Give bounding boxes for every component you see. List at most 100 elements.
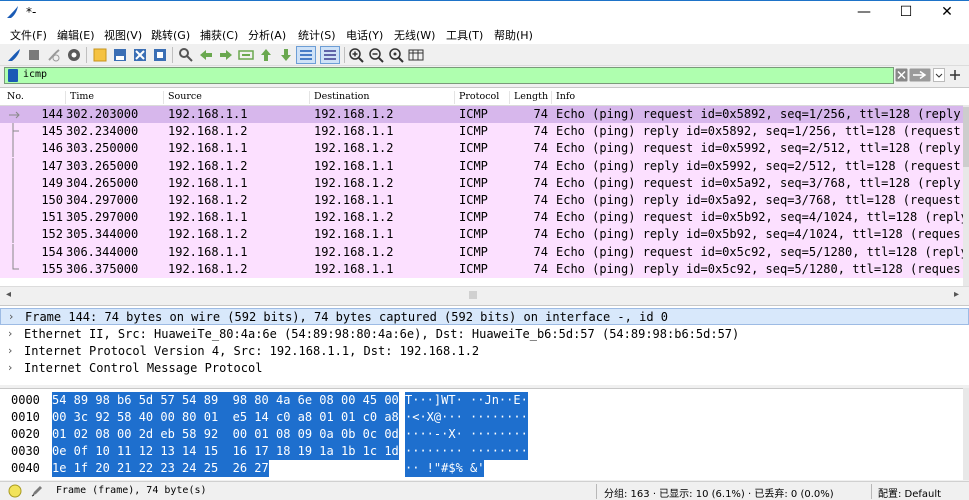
menu-view[interactable]: 视图(V) [104, 27, 142, 43]
packet-row[interactable]: 151 305.297000 192.168.1.1 192.168.1.2 ICMP 7… [0, 209, 969, 227]
scrollbar-thumb[interactable] [469, 291, 477, 299]
byte-hex[interactable]: 0e 0f 10 11 12 13 14 15 16 17 18 19 1a 1… [52, 443, 399, 460]
stop-capture-icon[interactable] [26, 47, 42, 63]
first-packet-icon[interactable] [258, 47, 274, 63]
packet-row[interactable]: 145 302.234000 192.168.1.2 192.168.1.1 ICMP 7… [0, 123, 969, 141]
menu-edit[interactable]: 编辑(E) [57, 27, 95, 43]
menu-help[interactable]: 帮助(H) [494, 27, 533, 43]
byte-hex[interactable]: 54 89 98 b6 5d 57 54 89 98 80 4a 6e 08 0… [52, 392, 399, 409]
capture-comment-icon[interactable] [30, 484, 44, 498]
byte-ascii[interactable]: ·· !"#$% &' [405, 460, 485, 477]
close-file-icon[interactable] [132, 47, 148, 63]
maximize-button[interactable]: ☐ [885, 1, 927, 24]
packet-cell-len: 74 [533, 210, 548, 225]
byte-ascii[interactable]: ····-·X· ········ [405, 426, 528, 443]
bytes-pane-scrollbar[interactable] [963, 388, 969, 480]
filter-history-dropdown-icon[interactable] [933, 68, 945, 82]
apply-filter-icon[interactable] [909, 68, 931, 82]
zoom-in-icon[interactable] [348, 47, 364, 63]
byte-ascii[interactable]: T···]WT· ··Jn··E· [405, 392, 528, 409]
scroll-right-icon[interactable]: ▸ [954, 289, 959, 300]
column-header-time[interactable]: Time [66, 91, 164, 104]
reload-file-icon[interactable] [152, 47, 168, 63]
colorize-icon[interactable] [320, 46, 340, 64]
menu-telephony[interactable]: 电话(Y) [346, 27, 383, 43]
menu-go[interactable]: 跳转(G) [151, 27, 190, 43]
display-filter-input[interactable]: icmp [4, 67, 894, 84]
packet-row[interactable]: 155 306.375000 192.168.1.2 192.168.1.1 ICMP 7… [0, 260, 969, 278]
go-forward-icon[interactable] [218, 47, 234, 63]
packet-row[interactable]: 144 302.203000 192.168.1.1 192.168.1.2 ICMP 7… [0, 106, 969, 124]
filter-text[interactable]: icmp [23, 69, 47, 80]
byte-offset: 0010 [11, 410, 40, 424]
packet-cell-proto: ICMP [459, 124, 488, 139]
byte-hex[interactable]: 1e 1f 20 21 22 23 24 25 26 27 [52, 460, 269, 477]
packet-cell-dst: 192.168.1.1 [314, 124, 394, 139]
resize-columns-icon[interactable] [408, 47, 424, 63]
restart-capture-icon[interactable] [46, 47, 62, 63]
detail-item-frame[interactable]: › Frame 144: 74 bytes on wire (592 bits)… [0, 308, 969, 325]
bookmark-icon[interactable] [8, 69, 18, 82]
zoom-normal-icon[interactable] [388, 47, 404, 63]
expand-arrow-icon[interactable]: › [8, 361, 12, 374]
menu-wireless[interactable]: 无线(W) [394, 27, 435, 43]
column-header-no[interactable]: No. [3, 91, 66, 104]
byte-hex[interactable]: 00 3c 92 58 40 00 80 01 e5 14 c0 a8 01 0… [52, 409, 399, 426]
packet-cell-time: 303.250000 [66, 141, 139, 156]
column-header-destination[interactable]: Destination [310, 91, 455, 104]
packet-cell-dst: 192.168.1.1 [314, 158, 394, 173]
find-packet-icon[interactable] [178, 47, 194, 63]
menu-file[interactable]: 文件(F) [10, 27, 47, 43]
packet-row[interactable]: 152 305.344000 192.168.1.2 192.168.1.1 ICMP 7… [0, 226, 969, 244]
autoscroll-icon[interactable] [296, 46, 316, 64]
open-file-icon[interactable] [92, 47, 108, 63]
detail-item-ipv4[interactable]: › Internet Protocol Version 4, Src: 192.… [0, 343, 969, 360]
expert-info-icon[interactable] [8, 484, 22, 498]
capture-options-icon[interactable] [66, 47, 82, 63]
packet-row[interactable]: 146 303.250000 192.168.1.1 192.168.1.2 ICMP 7… [0, 140, 969, 158]
go-to-packet-icon[interactable] [238, 47, 254, 63]
packet-cell-time: 303.265000 [66, 158, 139, 173]
packet-row[interactable]: 149 304.265000 192.168.1.1 192.168.1.2 ICMP 7… [0, 174, 969, 192]
packet-row[interactable]: 150 304.297000 192.168.1.2 192.168.1.1 ICMP 7… [0, 192, 969, 210]
column-header-protocol[interactable]: Protocol [455, 91, 510, 104]
packet-cell-len: 74 [533, 227, 548, 242]
close-button[interactable]: ✕ [926, 1, 968, 24]
byte-hex[interactable]: 01 02 08 00 2d eb 58 92 00 01 08 09 0a 0… [52, 426, 399, 443]
packet-list-horizontal-scrollbar[interactable]: ◂ ▸ [0, 286, 969, 302]
menu-tools[interactable]: 工具(T) [446, 27, 483, 43]
add-filter-button-icon[interactable] [949, 68, 961, 82]
status-profile[interactable]: 配置: Default [878, 485, 941, 500]
packet-cell-dst: 192.168.1.2 [314, 141, 394, 156]
scroll-left-icon[interactable]: ◂ [6, 289, 11, 300]
save-file-icon[interactable] [112, 47, 128, 63]
packet-cell-no: 151 [41, 210, 63, 225]
packet-row[interactable]: 147 303.265000 192.168.1.2 192.168.1.1 ICMP 7… [0, 157, 969, 175]
packet-cell-len: 74 [533, 193, 548, 207]
packet-cell-proto: ICMP [459, 175, 488, 190]
scrollbar-thumb[interactable] [963, 107, 969, 167]
last-packet-icon[interactable] [278, 47, 294, 63]
clear-filter-icon[interactable] [895, 68, 908, 82]
expand-arrow-icon[interactable]: › [8, 327, 12, 340]
minimize-button[interactable]: — [843, 1, 885, 24]
go-back-icon[interactable] [198, 47, 214, 63]
column-header-source[interactable]: Source [164, 91, 310, 104]
detail-item-icmp[interactable]: › Internet Control Message Protocol [0, 360, 969, 377]
packet-cell-no: 146 [41, 141, 63, 156]
column-header-length[interactable]: Length [510, 91, 552, 104]
menu-capture[interactable]: 捕获(C) [200, 27, 238, 43]
main-toolbar [0, 44, 969, 66]
byte-ascii[interactable]: ········ ········ [405, 443, 528, 460]
detail-item-ethernet[interactable]: › Ethernet II, Src: HuaweiTe_80:4a:6e (5… [0, 326, 969, 343]
column-header-info[interactable]: Info [552, 91, 969, 104]
menu-analyze[interactable]: 分析(A) [248, 27, 286, 43]
byte-ascii[interactable]: ·<·X@··· ········ [405, 409, 528, 426]
packet-row[interactable]: 154 306.344000 192.168.1.1 192.168.1.2 ICMP 7… [0, 243, 969, 261]
packet-list-vertical-scrollbar[interactable] [963, 105, 969, 286]
start-capture-icon[interactable] [6, 47, 22, 63]
expand-arrow-icon[interactable]: › [8, 344, 12, 357]
zoom-out-icon[interactable] [368, 47, 384, 63]
menu-statistics[interactable]: 统计(S) [298, 27, 336, 43]
expand-arrow-icon[interactable]: › [9, 310, 13, 323]
